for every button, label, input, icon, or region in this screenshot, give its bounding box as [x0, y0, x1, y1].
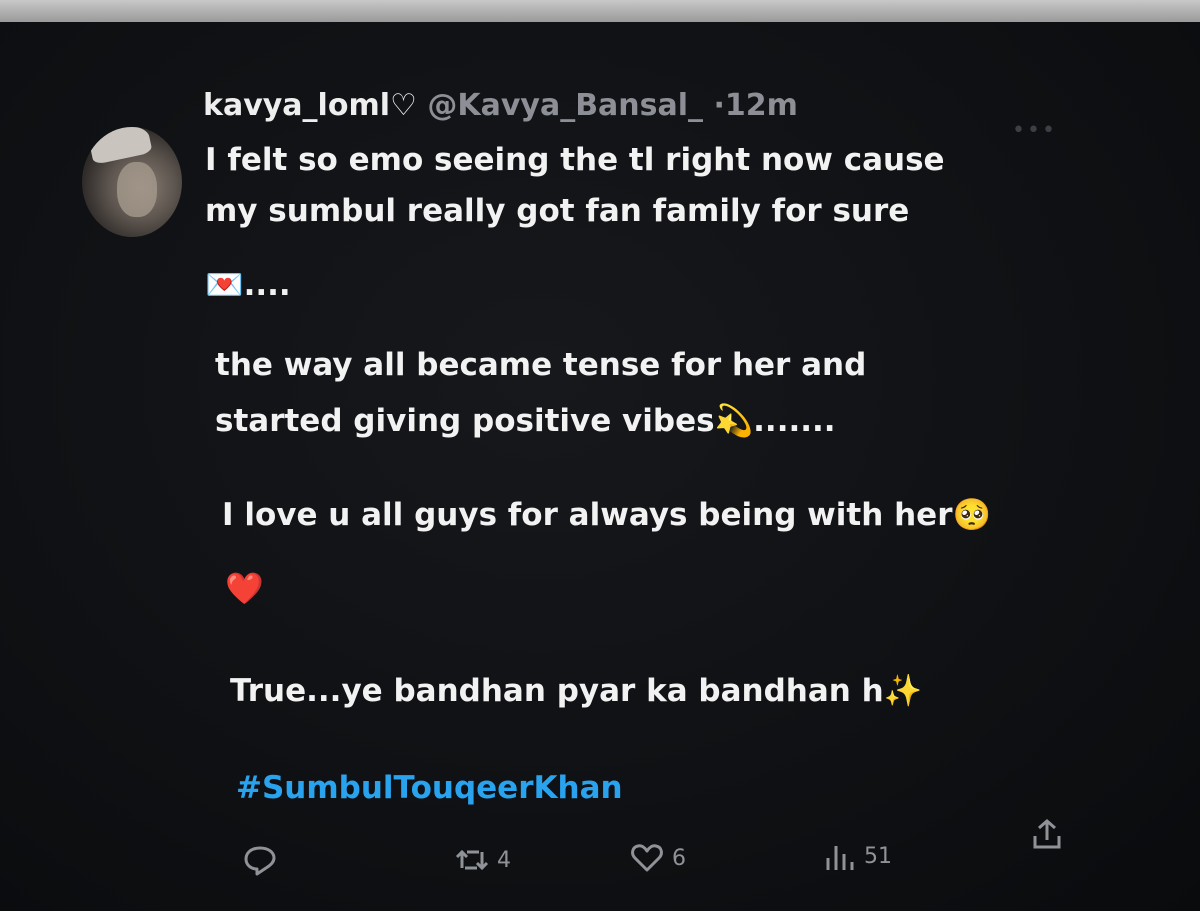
avatar[interactable]: [82, 127, 182, 237]
hashtag-link[interactable]: #SumbulTouqeerKhan: [236, 770, 623, 806]
views-button[interactable]: 51: [822, 840, 892, 872]
user-handle[interactable]: @Kavya_Bansal_: [427, 88, 703, 123]
tweet-text-line: ❤️: [225, 571, 264, 607]
reply-icon: [243, 844, 277, 876]
tweet-text-line: I love u all guys for always being with …: [222, 497, 992, 533]
share-icon: [1030, 818, 1064, 850]
heart-icon: [630, 842, 664, 874]
monitor-bezel: [0, 0, 1200, 22]
tweet-card[interactable]: ••• kavya_loml♡ @Kavya_Bansal_ ·12m I fe…: [0, 22, 1200, 911]
tweet-text-line: I felt so emo seeing the tl right now ca…: [205, 142, 945, 178]
tweet-header: kavya_loml♡ @Kavya_Bansal_ ·12m: [203, 88, 798, 123]
tweet-text-line: the way all became tense for her and: [215, 347, 867, 383]
retweet-icon: [455, 844, 489, 876]
tweet-text-line: 💌....: [205, 267, 291, 303]
views-count: 51: [864, 843, 892, 869]
reply-button[interactable]: [243, 844, 277, 876]
photo-of-screen: ••• kavya_loml♡ @Kavya_Bansal_ ·12m I fe…: [0, 0, 1200, 911]
tweet-text-line: my sumbul really got fan family for sure: [205, 193, 910, 229]
avatar-hat: [87, 127, 153, 165]
avatar-face: [117, 162, 157, 217]
retweet-count: 4: [497, 847, 511, 873]
action-bar: 4 6 51: [0, 819, 1200, 880]
views-icon: [822, 840, 856, 872]
display-name[interactable]: kavya_loml♡: [203, 88, 417, 123]
tweet-text-line: started giving positive vibes💫.......: [215, 403, 836, 439]
like-button[interactable]: 6: [630, 842, 686, 874]
like-count: 6: [672, 845, 686, 871]
timestamp[interactable]: ·12m: [714, 88, 798, 123]
retweet-button[interactable]: 4: [455, 844, 511, 876]
more-options-icon[interactable]: •••: [1012, 118, 1057, 143]
tweet-text-line: True...ye bandhan pyar ka bandhan h✨: [230, 673, 923, 709]
share-button[interactable]: [1030, 818, 1064, 850]
